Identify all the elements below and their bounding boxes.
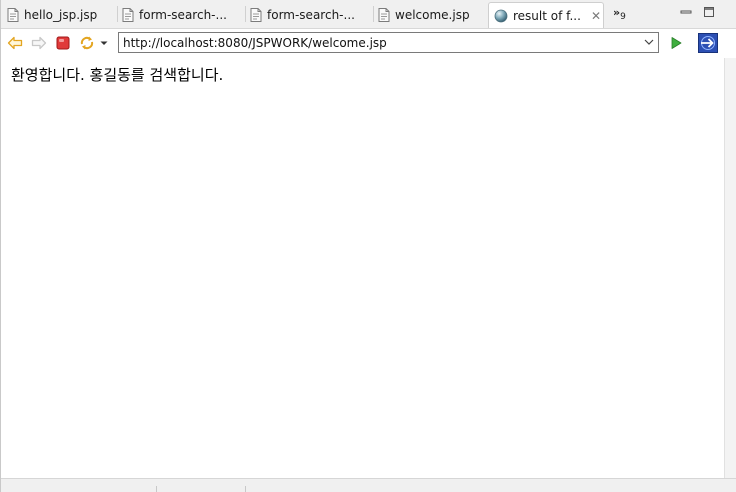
welcome-message: 환영합니다. 홍길동를 검색합니다.	[11, 66, 224, 84]
tab-hello-jsp[interactable]: hello_jsp.jsp	[7, 2, 117, 27]
tab-divider	[373, 6, 374, 22]
refresh-dropdown-icon[interactable]	[99, 35, 109, 51]
tab-label: welcome.jsp	[395, 7, 470, 22]
stop-icon[interactable]	[55, 35, 71, 51]
tab-welcome-jsp[interactable]: welcome.jsp	[378, 2, 484, 27]
tab-label: result of f...	[513, 8, 581, 23]
tab-form-search-1[interactable]: form-search-...	[122, 2, 244, 27]
panel-divider	[156, 486, 157, 492]
tab-label: hello_jsp.jsp	[24, 7, 98, 22]
open-external-browser-icon[interactable]	[698, 33, 718, 53]
globe-icon	[494, 9, 508, 22]
maximize-icon[interactable]	[703, 6, 715, 18]
tab-label: form-search-...	[267, 7, 355, 22]
vertical-scrollbar[interactable]	[724, 58, 736, 478]
tab-divider	[117, 6, 118, 22]
editor-tab-bar: hello_jsp.jsp form-search-... form-searc…	[1, 0, 736, 29]
refresh-icon[interactable]	[79, 35, 95, 51]
jsp-file-icon	[250, 7, 262, 22]
browser-content: 환영합니다. 홍길동를 검색합니다.	[1, 58, 724, 478]
jsp-file-icon	[7, 7, 19, 22]
jsp-file-icon	[378, 7, 390, 22]
back-arrow-icon[interactable]	[7, 35, 23, 51]
browser-editor: hello_jsp.jsp form-search-... form-searc…	[0, 0, 736, 492]
url-history-chevron-down-icon[interactable]	[644, 38, 654, 46]
overflow-count: 9	[620, 12, 626, 23]
bottom-panel-edge	[1, 478, 736, 492]
tab-result-active[interactable]: result of f... ✕	[488, 2, 604, 28]
tab-form-search-2[interactable]: form-search-...	[250, 2, 372, 27]
minimize-icon[interactable]	[680, 6, 692, 18]
tab-overflow-button[interactable]: »9	[613, 6, 626, 22]
tab-label: form-search-...	[139, 7, 227, 22]
tab-divider	[245, 6, 246, 22]
browser-toolbar	[1, 29, 725, 57]
url-input[interactable]	[118, 32, 659, 53]
panel-divider	[245, 486, 246, 492]
go-icon[interactable]	[668, 35, 684, 51]
forward-arrow-icon[interactable]	[31, 35, 47, 51]
jsp-file-icon	[122, 7, 134, 22]
close-tab-icon[interactable]: ✕	[591, 9, 601, 23]
